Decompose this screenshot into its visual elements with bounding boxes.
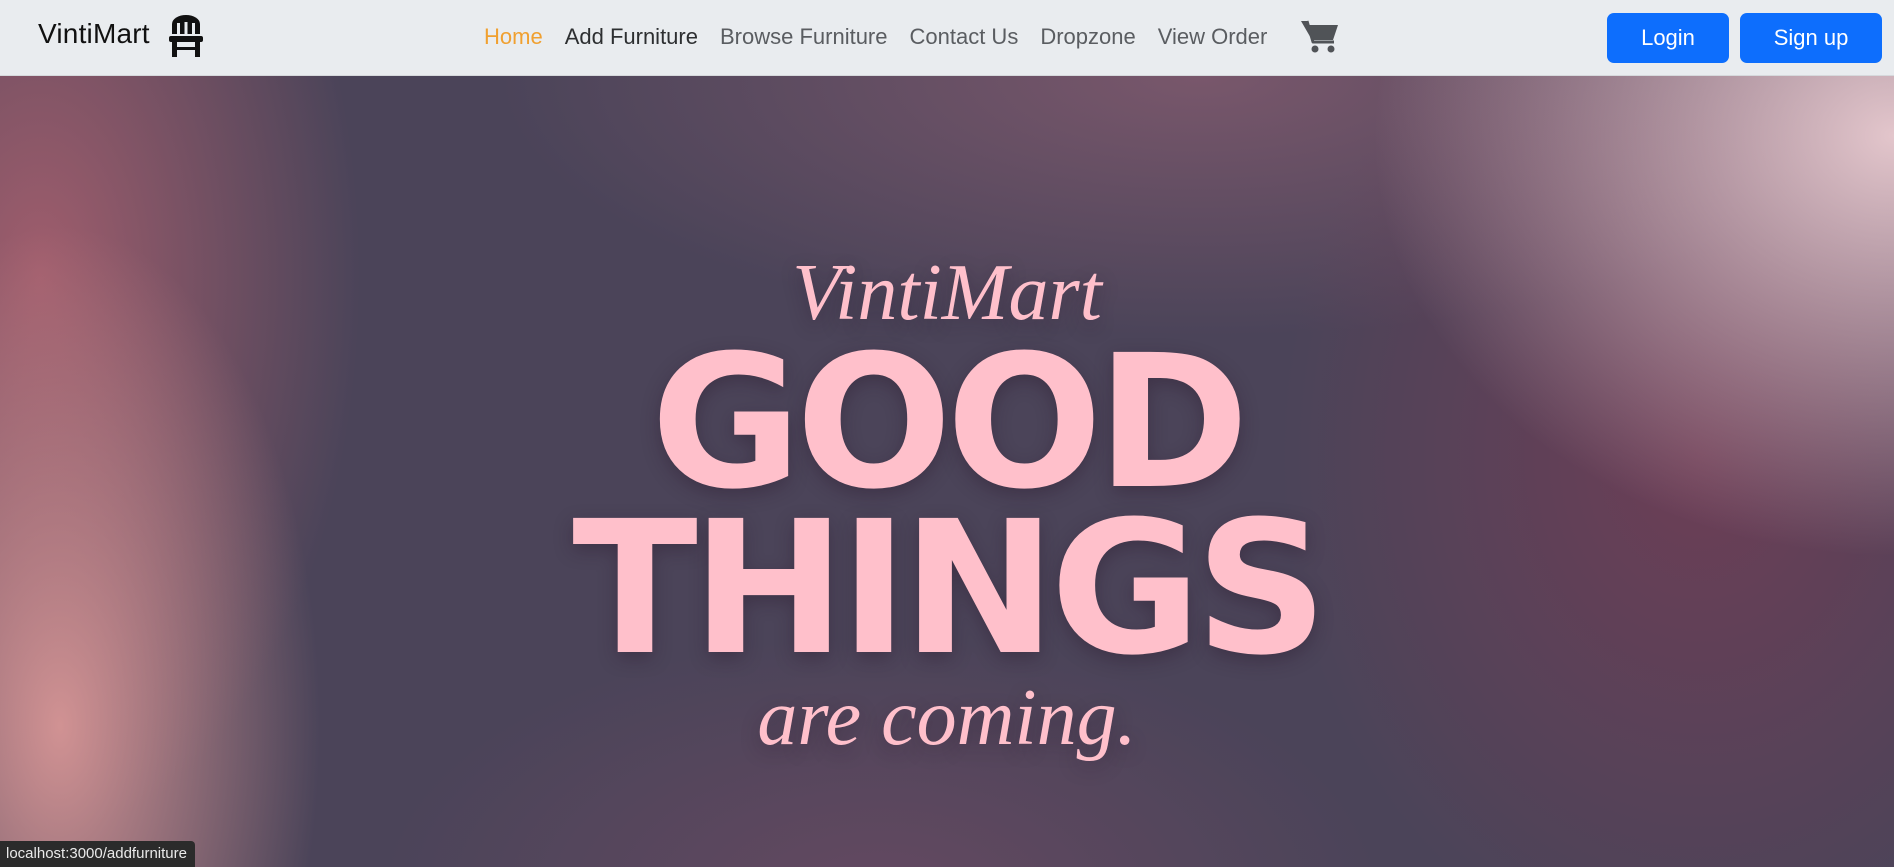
chair-icon[interactable] <box>166 14 206 58</box>
login-button[interactable]: Login <box>1607 13 1729 63</box>
top-navbar: VintiMart Home Add Furniture Browse Furn… <box>0 0 1894 76</box>
brand-link[interactable]: VintiMart <box>38 18 150 50</box>
signup-button[interactable]: Sign up <box>1740 13 1882 63</box>
browser-status-url: localhost:3000/addfurniture <box>0 841 195 867</box>
cart-icon[interactable] <box>1300 18 1340 54</box>
nav-link-browse-furniture[interactable]: Browse Furniture <box>720 24 888 50</box>
nav-links: Home Add Furniture Browse Furniture Cont… <box>484 24 1289 50</box>
nav-link-view-order[interactable]: View Order <box>1158 24 1268 50</box>
hero-bottom-line: are coming. <box>757 674 1137 762</box>
nav-link-contact-us[interactable]: Contact Us <box>910 24 1019 50</box>
nav-link-home[interactable]: Home <box>484 24 543 50</box>
hero-banner: VintiMart GOOD THINGS are coming. <box>0 76 1894 867</box>
hero-headline-line-2: THINGS <box>572 482 1328 696</box>
nav-link-add-furniture[interactable]: Add Furniture <box>565 24 698 50</box>
nav-link-dropzone[interactable]: Dropzone <box>1040 24 1135 50</box>
